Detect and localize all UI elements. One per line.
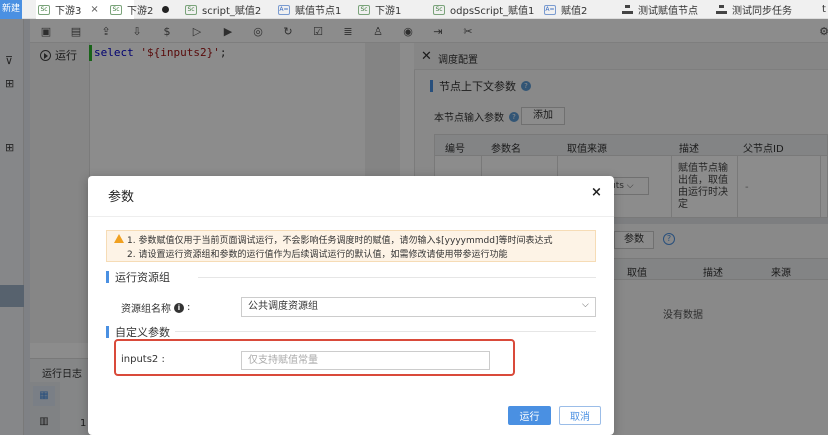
tab-test-sync-task[interactable]: 测试同步任务: [716, 0, 792, 19]
tab-label: 测试赋值节点: [638, 6, 698, 17]
warning-line-1: 1. 参数赋值仅用于当前页面调试运行，不会影响任务调度时的赋值，请勿输入$[yy…: [127, 236, 553, 246]
warning-line-2: 2. 请设置运行资源组和参数的运行值作为后续调试运行的默认值，如需修改请使用带参…: [127, 250, 508, 260]
warning-icon: [114, 234, 124, 243]
section-bar: [106, 271, 109, 283]
run-button[interactable]: 运行: [508, 406, 551, 425]
label-colon: :: [187, 302, 191, 313]
group-title-custom-params: 自定义参数: [106, 324, 170, 340]
tab-label: t: [822, 4, 826, 15]
divider: [175, 331, 596, 332]
tab-label: odpsScript_赋值1: [450, 6, 535, 17]
tab-label: 赋值2: [561, 6, 588, 17]
script-icon: Sc: [433, 4, 445, 15]
script-icon: Sc: [38, 4, 50, 15]
tab-test-assign-node[interactable]: 测试赋值节点: [622, 0, 698, 19]
tab-label: 测试同步任务: [732, 6, 792, 17]
group-title-text: 运行资源组: [115, 271, 170, 284]
info-icon[interactable]: i: [174, 302, 184, 313]
group-title-resource: 运行资源组: [106, 269, 170, 285]
tab-assign-node1[interactable]: A= 赋值节点1: [278, 0, 341, 19]
script-icon: Sc: [358, 4, 370, 15]
tab-script-assign2[interactable]: Sc script_赋值2: [185, 0, 261, 19]
tab-assign2[interactable]: A= 赋值2: [544, 0, 587, 19]
resource-label-text: 资源组名称: [121, 304, 171, 315]
tab-downstream1[interactable]: Sc 下游1: [358, 0, 401, 19]
tab-label: script_赋值2: [202, 6, 262, 17]
tab-label: 下游2: [127, 6, 154, 17]
tab-label: 下游3: [55, 6, 82, 17]
script-icon: Sc: [110, 4, 122, 15]
resource-group-label: 资源组名称 i :: [121, 300, 190, 315]
chevron-down-icon[interactable]: ⌵: [582, 300, 589, 310]
resource-group-select[interactable]: 公共调度资源组: [241, 297, 596, 317]
unsaved-dot-icon: [162, 6, 170, 13]
workflow-icon: [716, 5, 727, 14]
tab-overflow[interactable]: t: [822, 0, 826, 19]
new-button[interactable]: 新建: [0, 0, 22, 19]
divider: [88, 216, 614, 217]
script-icon: Sc: [185, 4, 197, 15]
tab-downstream2[interactable]: Sc 下游2: [110, 0, 170, 19]
tab-odps-script-assign1[interactable]: Sc odpsScript_赋值1: [433, 0, 534, 19]
assign-icon: A=: [278, 4, 290, 15]
tab-label: 下游1: [375, 6, 402, 17]
inputs2-label: inputs2 :: [121, 354, 165, 365]
group-title-text: 自定义参数: [115, 326, 170, 339]
close-icon[interactable]: ×: [591, 185, 602, 200]
close-icon[interactable]: ×: [90, 4, 98, 15]
dialog-title: 参数: [108, 190, 135, 205]
workflow-icon: [622, 5, 633, 14]
inputs2-field[interactable]: [241, 351, 490, 370]
divider: [198, 277, 596, 278]
tab-label: 赋值节点1: [295, 6, 342, 17]
cancel-button[interactable]: 取消: [559, 406, 601, 425]
section-bar: [106, 326, 109, 338]
assign-icon: A=: [544, 4, 556, 15]
